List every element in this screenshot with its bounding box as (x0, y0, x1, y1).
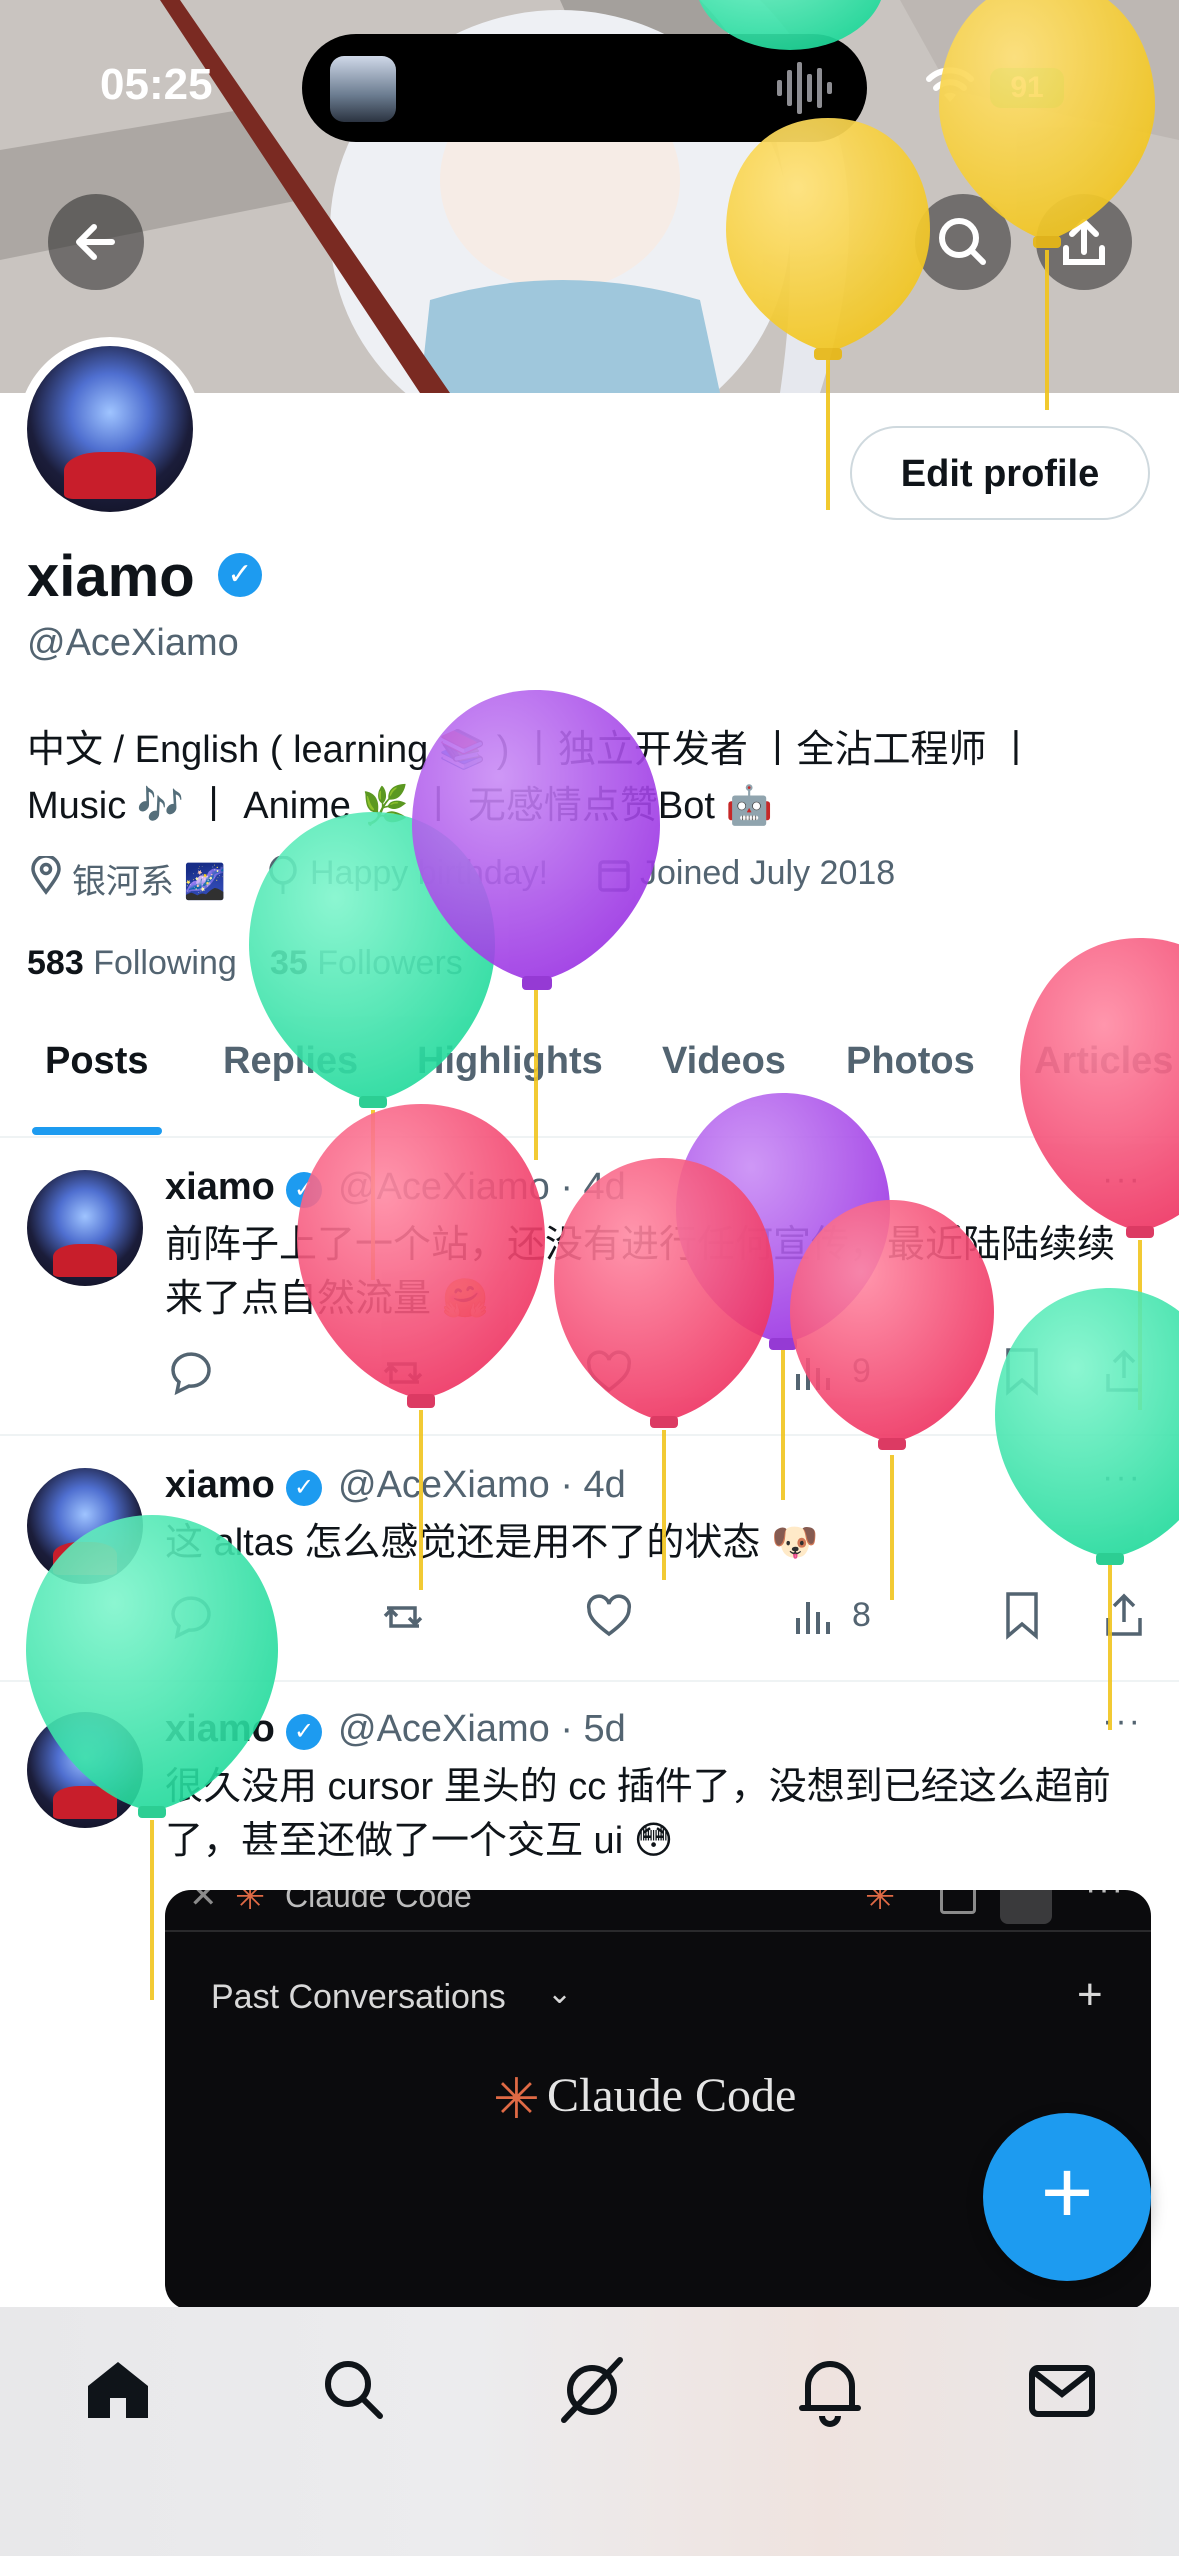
home-icon[interactable] (78, 2350, 158, 2430)
profile-avatar[interactable] (27, 346, 193, 512)
calendar-icon (598, 860, 630, 892)
post-handle-time: @AceXiamo · 5d (338, 1708, 626, 1750)
post-handle-time: @AceXiamo · 4d (338, 1166, 626, 1208)
views-icon[interactable] (792, 1594, 836, 1638)
following-label: Following (93, 944, 237, 982)
battery-indicator: 91 (990, 68, 1064, 108)
bottom-nav-bar (0, 2307, 1179, 2556)
tab-videos[interactable]: Videos (662, 1040, 786, 1083)
messages-icon[interactable] (1022, 2350, 1102, 2430)
share-icon[interactable] (1100, 1590, 1148, 1640)
tab-photos[interactable]: Photos (846, 1040, 975, 1083)
wifi-icon (926, 67, 974, 102)
new-panel-icon (1000, 1890, 1052, 1924)
add-conversation-icon: + (1077, 1970, 1103, 2019)
more-icon[interactable]: ··· (1102, 1458, 1142, 1497)
post-author-name[interactable]: xiamo (165, 1708, 275, 1751)
post-text-line-1: 这 altas 怎么感觉还是用不了的状态 🐶 (165, 1522, 819, 1564)
profile-location: 银河系 🌌 (72, 863, 226, 901)
claude-spark-icon: ✳ (235, 1890, 266, 1917)
post-text-line-1: 前阵子上了一个站，还没有进行任何宣传，最近陆陆续续 (165, 1224, 1116, 1266)
chevron-down-icon: ⌄ (547, 1977, 573, 2010)
post-text-line-2: 了，甚至还做了一个交互 ui 😳 (165, 1820, 674, 1862)
verified-badge-icon: ✓ (286, 1470, 322, 1506)
following-link[interactable]: 583 Following (27, 944, 237, 983)
profile-handle: @AceXiamo (27, 622, 239, 664)
post-handle-time: @AceXiamo · 4d (338, 1464, 626, 1506)
back-button[interactable] (48, 194, 144, 290)
search-icon (939, 218, 986, 265)
tab-articles[interactable]: Articles (1034, 1040, 1173, 1083)
profile-name: xiamo (27, 544, 195, 609)
repost-icon[interactable] (375, 1348, 431, 1396)
claude-spark-icon: ✳ (865, 1890, 896, 1917)
preview-tab-label: Claude Code (285, 1890, 472, 1914)
share-icon[interactable] (1100, 1346, 1148, 1396)
post-view-count: 8 (852, 1596, 871, 1634)
share-icon (1063, 219, 1105, 265)
bio-line-1: 中文 / English ( learning 📚 ) 丨独立开发者 丨全沾工程… (27, 729, 1036, 771)
tab-posts[interactable]: Posts (45, 1040, 148, 1083)
verified-badge-icon: ✓ (286, 1714, 322, 1750)
claude-spark-icon: ✳ (493, 2067, 540, 2130)
post-author-name[interactable]: xiamo (165, 1166, 275, 1209)
now-playing-thumbnail (330, 56, 396, 122)
birthday-text: Happy birthday! (310, 854, 549, 892)
post-avatar[interactable] (27, 1712, 143, 1828)
post-avatar[interactable] (27, 1468, 143, 1584)
balloon-icon (269, 856, 297, 894)
post-text-line-1: 很久没用 cursor 里头的 cc 插件了，没想到已经这么超前 (165, 1766, 1111, 1808)
split-view-icon (940, 1890, 976, 1914)
back-arrow-icon (76, 224, 115, 260)
bookmark-icon[interactable] (1000, 1346, 1044, 1396)
status-time: 05:25 (100, 60, 213, 109)
plus-icon: + (1040, 2143, 1094, 2243)
search-button[interactable] (915, 194, 1011, 290)
following-count: 583 (27, 944, 84, 982)
tab-highlights[interactable]: Highlights (417, 1040, 603, 1083)
reply-icon[interactable] (165, 1348, 217, 1396)
reply-icon[interactable] (165, 1592, 217, 1640)
post-view-count: 9 (852, 1352, 871, 1390)
active-tab-indicator (32, 1127, 162, 1135)
share-button[interactable] (1036, 194, 1132, 290)
preview-close-icon: ✕ (189, 1890, 218, 1915)
joined-date: Joined July 2018 (640, 854, 896, 892)
preview-more-icon: ··· (1085, 1890, 1125, 1909)
compose-button[interactable]: + (983, 2113, 1151, 2281)
followers-link[interactable]: 35 Followers (270, 944, 463, 983)
verified-badge-icon: ✓ (218, 553, 262, 597)
repost-icon[interactable] (375, 1592, 431, 1640)
edit-profile-button[interactable]: Edit profile (850, 426, 1150, 520)
views-icon[interactable] (792, 1350, 836, 1394)
audio-waveform-icon (777, 62, 832, 114)
notifications-icon[interactable] (790, 2350, 870, 2430)
claude-code-logo-text: Claude Code (547, 2069, 797, 2122)
verified-badge-icon: ✓ (286, 1172, 322, 1208)
post-avatar[interactable] (27, 1170, 143, 1286)
followers-label: Followers (317, 944, 463, 982)
like-icon[interactable] (583, 1592, 635, 1640)
tab-replies[interactable]: Replies (223, 1040, 358, 1083)
bio-line-2: Music 🎶 丨 Anime 🌿 丨 无感情点赞Bot 🤖 (27, 785, 773, 827)
more-icon[interactable]: ··· (1102, 1702, 1142, 1741)
more-icon[interactable]: ··· (1102, 1160, 1142, 1199)
followers-count: 35 (270, 944, 308, 982)
bookmark-icon[interactable] (1000, 1590, 1044, 1640)
past-conversations-label: Past Conversations (211, 1978, 506, 2016)
preview-divider (165, 1930, 1151, 1932)
search-icon[interactable] (314, 2350, 394, 2430)
grok-icon[interactable] (552, 2350, 632, 2430)
location-icon (31, 856, 61, 895)
post-author-name[interactable]: xiamo (165, 1464, 275, 1507)
like-icon[interactable] (583, 1348, 635, 1396)
post-text-line-2: 来了点自然流量 🤗 (165, 1278, 489, 1320)
